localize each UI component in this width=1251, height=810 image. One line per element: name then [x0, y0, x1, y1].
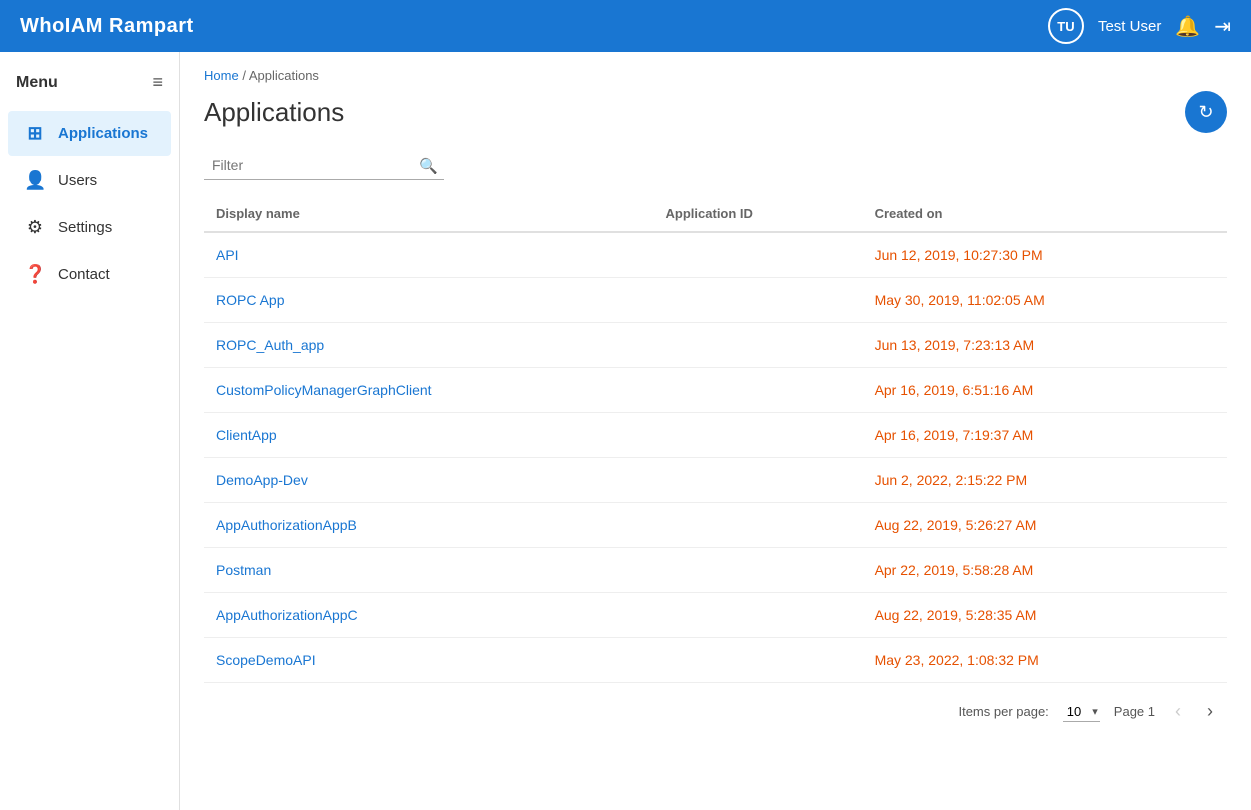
breadcrumb-home[interactable]: Home — [204, 68, 239, 83]
app-header: WhoIAM Rampart TU Test User 🔔 ⇥ — [0, 0, 1251, 52]
cell-display-name[interactable]: CustomPolicyManagerGraphClient — [204, 368, 654, 413]
sidebar-item-users-label: Users — [58, 172, 97, 189]
cell-display-name[interactable]: DemoApp-Dev — [204, 458, 654, 503]
table: Display name Application ID Created on A… — [204, 196, 1227, 683]
table-row[interactable]: AppAuthorizationAppC Aug 22, 2019, 5:28:3… — [204, 593, 1227, 638]
applications-table: Display name Application ID Created on A… — [204, 196, 1227, 683]
gear-icon: ⚙ — [24, 217, 46, 238]
sidebar-item-settings-label: Settings — [58, 219, 112, 236]
cell-created-on: Jun 12, 2019, 10:27:30 PM — [863, 232, 1227, 278]
table-row[interactable]: DemoApp-Dev Jun 2, 2022, 2:15:22 PM — [204, 458, 1227, 503]
col-created-on: Created on — [863, 196, 1227, 232]
menu-header: Menu ≡ — [0, 62, 179, 109]
breadcrumb: Home / Applications — [204, 68, 1227, 83]
logout-icon[interactable]: ⇥ — [1214, 14, 1231, 39]
table-row[interactable]: API Jun 12, 2019, 10:27:30 PM — [204, 232, 1227, 278]
cell-display-name[interactable]: API — [204, 232, 654, 278]
cell-application-id — [654, 503, 863, 548]
cell-display-name[interactable]: ScopeDemoAPI — [204, 638, 654, 683]
table-row[interactable]: ROPC_Auth_app Jun 13, 2019, 7:23:13 AM — [204, 323, 1227, 368]
cell-display-name[interactable]: Postman — [204, 548, 654, 593]
col-display-name: Display name — [204, 196, 654, 232]
page-title: Applications — [204, 97, 344, 128]
table-row[interactable]: Postman Apr 22, 2019, 5:58:28 AM — [204, 548, 1227, 593]
sidebar: Menu ≡ ⊞ Applications 👤 Users ⚙ Settings… — [0, 52, 180, 810]
cell-application-id — [654, 323, 863, 368]
cell-display-name[interactable]: AppAuthorizationAppB — [204, 503, 654, 548]
table-body: API Jun 12, 2019, 10:27:30 PM ROPC App May … — [204, 232, 1227, 683]
menu-label: Menu — [16, 74, 58, 92]
page-info: Page 1 — [1114, 704, 1155, 719]
prev-page-button[interactable]: ‹ — [1169, 699, 1187, 724]
notifications-icon[interactable]: 🔔 — [1175, 14, 1200, 39]
per-page-wrapper: 10 5 25 50 — [1063, 702, 1100, 722]
cell-created-on: Aug 22, 2019, 5:28:35 AM — [863, 593, 1227, 638]
items-per-page-label: Items per page: — [958, 704, 1048, 719]
cell-application-id — [654, 593, 863, 638]
refresh-button[interactable]: ↻ — [1185, 91, 1227, 133]
header-username: Test User — [1098, 18, 1161, 35]
people-icon: 👤 — [24, 170, 46, 191]
col-application-id: Application ID — [654, 196, 863, 232]
table-row[interactable]: CustomPolicyManagerGraphClient Apr 16, 20… — [204, 368, 1227, 413]
cell-created-on: Apr 16, 2019, 6:51:16 AM — [863, 368, 1227, 413]
cell-application-id — [654, 458, 863, 503]
sidebar-item-contact-label: Contact — [58, 266, 110, 283]
breadcrumb-current: Applications — [249, 68, 319, 83]
cell-created-on: May 30, 2019, 11:02:05 AM — [863, 278, 1227, 323]
cell-application-id — [654, 548, 863, 593]
sidebar-item-applications[interactable]: ⊞ Applications — [8, 111, 171, 156]
cell-display-name[interactable]: ROPC App — [204, 278, 654, 323]
sidebar-item-users[interactable]: 👤 Users — [8, 158, 171, 203]
cell-created-on: Apr 16, 2019, 7:19:37 AM — [863, 413, 1227, 458]
cell-display-name[interactable]: ClientApp — [204, 413, 654, 458]
main-layout: Menu ≡ ⊞ Applications 👤 Users ⚙ Settings… — [0, 52, 1251, 810]
menu-toggle-icon[interactable]: ≡ — [152, 72, 163, 93]
filter-bar: 🔍 — [204, 151, 444, 180]
cell-application-id — [654, 278, 863, 323]
search-icon: 🔍 — [419, 157, 438, 175]
main-content: Home / Applications Applications ↻ 🔍 Dis… — [180, 52, 1251, 810]
header-user-area: TU Test User 🔔 ⇥ — [1048, 8, 1231, 44]
table-row[interactable]: ClientApp Apr 16, 2019, 7:19:37 AM — [204, 413, 1227, 458]
cell-application-id — [654, 368, 863, 413]
cell-display-name[interactable]: AppAuthorizationAppC — [204, 593, 654, 638]
cell-created-on: Aug 22, 2019, 5:26:27 AM — [863, 503, 1227, 548]
next-page-button[interactable]: › — [1201, 699, 1219, 724]
grid-icon: ⊞ — [24, 123, 46, 144]
sidebar-item-contact[interactable]: ❓ Contact — [8, 252, 171, 297]
cell-application-id — [654, 232, 863, 278]
sidebar-item-applications-label: Applications — [58, 125, 148, 142]
table-header: Display name Application ID Created on — [204, 196, 1227, 232]
help-icon: ❓ — [24, 264, 46, 285]
cell-created-on: May 23, 2022, 1:08:32 PM — [863, 638, 1227, 683]
cell-created-on: Jun 13, 2019, 7:23:13 AM — [863, 323, 1227, 368]
avatar: TU — [1048, 8, 1084, 44]
cell-application-id — [654, 638, 863, 683]
cell-application-id — [654, 413, 863, 458]
table-header-row: Display name Application ID Created on — [204, 196, 1227, 232]
filter-input[interactable] — [204, 151, 444, 180]
cell-created-on: Apr 22, 2019, 5:58:28 AM — [863, 548, 1227, 593]
page-header: Applications ↻ — [204, 91, 1227, 133]
sidebar-item-settings[interactable]: ⚙ Settings — [8, 205, 171, 250]
cell-created-on: Jun 2, 2022, 2:15:22 PM — [863, 458, 1227, 503]
table-row[interactable]: ScopeDemoAPI May 23, 2022, 1:08:32 PM — [204, 638, 1227, 683]
pagination: Items per page: 10 5 25 50 Page 1 ‹ › — [204, 683, 1227, 732]
table-row[interactable]: AppAuthorizationAppB Aug 22, 2019, 5:26:2… — [204, 503, 1227, 548]
table-row[interactable]: ROPC App May 30, 2019, 11:02:05 AM — [204, 278, 1227, 323]
cell-display-name[interactable]: ROPC_Auth_app — [204, 323, 654, 368]
app-title: WhoIAM Rampart — [20, 15, 194, 38]
per-page-select[interactable]: 10 5 25 50 — [1063, 702, 1100, 722]
